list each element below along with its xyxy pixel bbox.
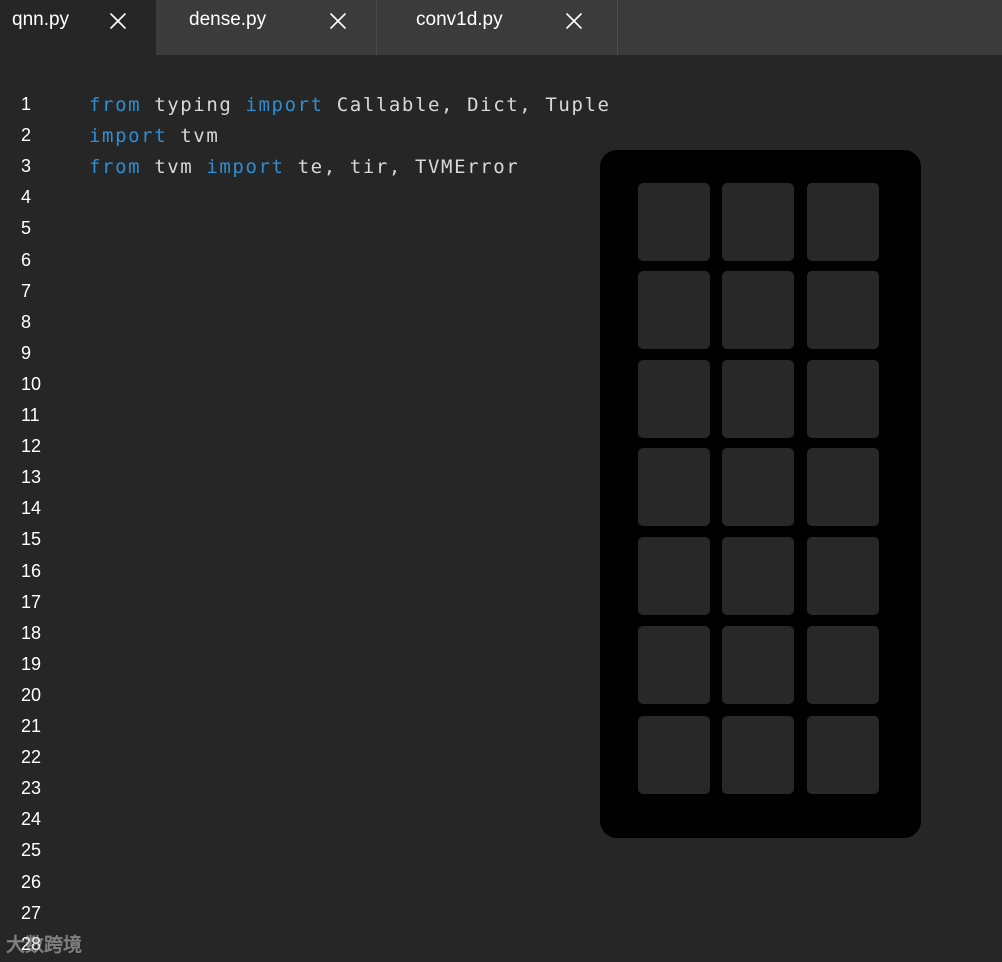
code-line: from tvm import te, tir, TVMError bbox=[89, 152, 611, 183]
keypad-overlay bbox=[600, 150, 921, 838]
tab-dense[interactable]: dense.py bbox=[156, 0, 377, 55]
line-number: 27 bbox=[21, 902, 42, 923]
line-number: 3 bbox=[21, 156, 32, 177]
line-number: 24 bbox=[21, 809, 42, 830]
tab-label: dense.py bbox=[189, 9, 267, 30]
tab-conv1d[interactable]: conv1d.py bbox=[377, 0, 618, 55]
code-token: Callable, Dict, Tuple bbox=[323, 94, 611, 116]
keypad-key[interactable] bbox=[807, 360, 879, 438]
keypad-key[interactable] bbox=[722, 626, 794, 704]
keypad-key[interactable] bbox=[638, 183, 710, 261]
line-number: 8 bbox=[21, 311, 32, 332]
line-number: 12 bbox=[21, 436, 42, 457]
tab-label: qnn.py bbox=[12, 9, 70, 30]
line-number: 5 bbox=[21, 218, 32, 239]
line-number: 22 bbox=[21, 747, 42, 768]
line-number: 23 bbox=[21, 778, 42, 799]
code-line: import tvm bbox=[89, 121, 611, 152]
keyword-token: from bbox=[89, 156, 142, 178]
close-icon[interactable] bbox=[108, 11, 128, 31]
keypad-key[interactable] bbox=[638, 537, 710, 615]
keypad-key[interactable] bbox=[638, 271, 710, 349]
line-number: 26 bbox=[21, 871, 42, 892]
line-number: 7 bbox=[21, 280, 32, 301]
tab-bar: qnn.py dense.py conv1d.py bbox=[0, 0, 1002, 55]
keypad-key[interactable] bbox=[722, 183, 794, 261]
line-number: 16 bbox=[21, 560, 42, 581]
line-number: 13 bbox=[21, 467, 42, 488]
tab-label: conv1d.py bbox=[416, 9, 503, 30]
keypad-key[interactable] bbox=[638, 360, 710, 438]
line-number: 2 bbox=[21, 125, 32, 146]
close-icon[interactable] bbox=[328, 11, 348, 31]
keypad-key[interactable] bbox=[722, 448, 794, 526]
watermark-text: 大数跨境 bbox=[6, 934, 83, 956]
line-number: 4 bbox=[21, 187, 32, 208]
line-number: 17 bbox=[21, 591, 42, 612]
line-number: 9 bbox=[21, 342, 32, 363]
close-icon[interactable] bbox=[564, 11, 584, 31]
code-token: typing bbox=[141, 94, 246, 116]
keypad-key[interactable] bbox=[807, 626, 879, 704]
keypad-key[interactable] bbox=[722, 716, 794, 794]
line-number: 1 bbox=[21, 94, 32, 114]
keypad-key[interactable] bbox=[722, 360, 794, 438]
line-number: 15 bbox=[21, 529, 42, 550]
keypad-key[interactable] bbox=[807, 183, 879, 261]
keypad-key[interactable] bbox=[638, 626, 710, 704]
keyword-token: import bbox=[245, 94, 324, 116]
keypad-key[interactable] bbox=[638, 448, 710, 526]
keypad-key[interactable] bbox=[722, 271, 794, 349]
keyword-token: from bbox=[89, 94, 142, 116]
code-line: from typing import Callable, Dict, Tuple bbox=[89, 90, 611, 121]
keypad-key[interactable] bbox=[638, 716, 710, 794]
keypad-key[interactable] bbox=[807, 448, 879, 526]
keyword-token: import bbox=[206, 156, 285, 178]
line-number: 18 bbox=[21, 622, 42, 643]
line-number: 25 bbox=[21, 840, 42, 861]
editor-window: qnn.py dense.py conv1d.py 1 2 3 4 5 6 7 8 9 10 11 1… bbox=[0, 0, 1002, 962]
keypad-key[interactable] bbox=[807, 537, 879, 615]
line-number: 14 bbox=[21, 498, 42, 519]
code-area[interactable]: from typing import Callable, Dict, Tuple… bbox=[89, 90, 611, 183]
code-token: te, tir, TVMError bbox=[284, 156, 520, 178]
line-number: 21 bbox=[21, 716, 42, 736]
keypad-key[interactable] bbox=[722, 537, 794, 615]
code-token: tvm bbox=[167, 125, 220, 147]
line-number: 11 bbox=[21, 405, 40, 425]
line-number: 19 bbox=[21, 653, 42, 674]
line-number: 10 bbox=[21, 373, 42, 394]
line-number: 6 bbox=[21, 249, 32, 270]
keypad-key[interactable] bbox=[807, 716, 879, 794]
code-token: tvm bbox=[141, 156, 207, 178]
tab-qnn[interactable]: qnn.py bbox=[0, 0, 156, 55]
watermark: 大数跨境 bbox=[6, 930, 82, 957]
line-number: 20 bbox=[21, 684, 42, 705]
keyword-token: import bbox=[89, 125, 168, 147]
keypad-key[interactable] bbox=[807, 271, 879, 349]
